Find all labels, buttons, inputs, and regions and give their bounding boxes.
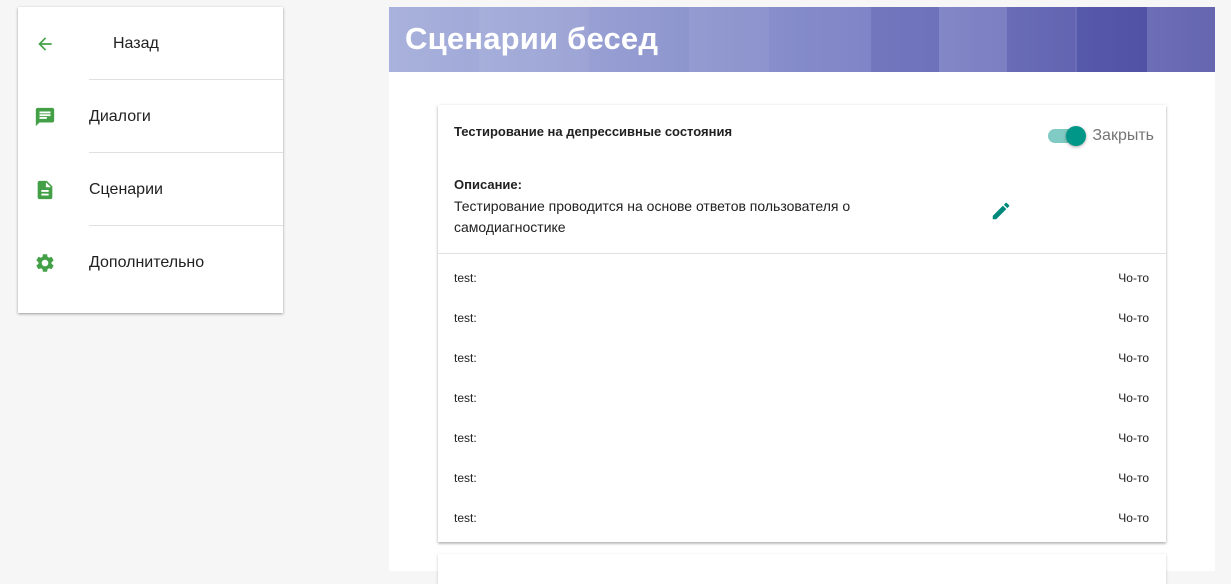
list-item: test: Чо-то [438, 378, 1166, 418]
row-key: test: [454, 391, 477, 405]
nav-item-label: Диалоги [89, 107, 151, 125]
row-value: Чо-то [1118, 311, 1149, 325]
edit-icon[interactable] [990, 200, 1012, 222]
page-title: Сценарии бесед [405, 21, 659, 56]
banner-decoration [689, 7, 769, 72]
row-value: Чо-то [1118, 431, 1149, 445]
list-item: test: Чо-то [438, 418, 1166, 458]
scenario-title: Тестирование на депрессивные состояния [454, 124, 733, 139]
row-value: Чо-то [1118, 271, 1149, 285]
nav-item-scenarios[interactable]: Сценарии [18, 153, 283, 226]
gear-icon [34, 252, 56, 274]
chat-icon [34, 106, 56, 128]
row-value: Чо-то [1118, 391, 1149, 405]
row-value: Чо-то [1118, 351, 1149, 365]
nav-item-dialogs[interactable]: Диалоги [18, 80, 283, 153]
row-value: Чо-то [1118, 511, 1149, 525]
banner-decoration [871, 7, 939, 72]
nav-item-additional[interactable]: Дополнительно [18, 226, 283, 299]
banner-decoration [939, 7, 1007, 72]
list-item: test: Чо-то [438, 258, 1166, 298]
row-key: test: [454, 271, 477, 285]
nav-item-label: Назад [113, 34, 159, 52]
nav-item-label: Сценарии [89, 180, 163, 198]
row-key: test: [454, 351, 477, 365]
row-key: test: [454, 511, 477, 525]
list-item: test: Чо-то [438, 298, 1166, 338]
row-key: test: [454, 431, 477, 445]
nav-item-label: Дополнительно [89, 253, 205, 271]
toggle-switch[interactable] [1048, 126, 1087, 146]
banner-decoration [1077, 7, 1147, 72]
list-item: test: Чо-то [438, 498, 1166, 538]
side-nav: Назад Диалоги Сценарии Дополнительно [18, 7, 283, 313]
divider [438, 253, 1166, 254]
description-heading: Описание: [454, 177, 522, 192]
arrow-back-icon[interactable] [34, 33, 56, 55]
banner-decoration [1147, 7, 1215, 72]
row-key: test: [454, 471, 477, 485]
scenario-card: Тестирование на депрессивные состояния З… [438, 105, 1166, 542]
page-header-banner: Сценарии бесед [389, 7, 1215, 72]
main-panel: Сценарии бесед Тестирование на депрессив… [389, 7, 1215, 584]
close-toggle[interactable]: Закрыть [1048, 126, 1154, 146]
nav-item-back[interactable]: Назад [18, 7, 283, 80]
document-icon [34, 179, 56, 201]
row-key: test: [454, 311, 477, 325]
scenario-card-next [438, 554, 1166, 584]
list-item: test: Чо-то [438, 338, 1166, 378]
toggle-label: Закрыть [1092, 127, 1154, 144]
toggle-knob[interactable] [1066, 126, 1087, 146]
scenario-rows: test: Чо-то test: Чо-то test: Чо-то test… [438, 258, 1166, 538]
list-item: test: Чо-то [438, 458, 1166, 498]
row-value: Чо-то [1118, 471, 1149, 485]
description-text: Тестирование проводится на основе ответо… [454, 198, 851, 235]
banner-decoration [1007, 7, 1075, 72]
